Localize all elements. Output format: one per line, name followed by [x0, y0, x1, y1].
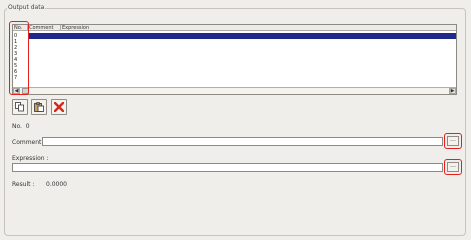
result-label: Result : — [12, 181, 35, 188]
delete-icon — [54, 102, 64, 112]
column-header-expression[interactable]: Expression — [61, 25, 456, 31]
output-data-table[interactable]: No. Comment Expression 0 1 2 3 4 5 6 7 ◀… — [12, 24, 457, 95]
selected-row[interactable] — [28, 33, 456, 39]
paste-button[interactable] — [31, 99, 47, 115]
column-header-comment[interactable]: Comment — [28, 25, 61, 31]
horizontal-scrollbar[interactable]: ◀ ▶ — [13, 87, 456, 94]
comment-label: Comment : — [12, 139, 46, 146]
delete-button[interactable] — [51, 99, 67, 115]
expression-label: Expression : — [12, 155, 49, 162]
selected-number-label: No. 0 — [12, 123, 30, 130]
expression-field[interactable] — [12, 163, 443, 172]
group-title: Output data — [7, 4, 46, 11]
result-value: 0.0000 — [46, 181, 67, 188]
paste-icon — [34, 102, 44, 112]
expression-browse-highlight — [444, 159, 462, 175]
table-header: No. Comment Expression — [13, 25, 456, 31]
copy-icon — [15, 102, 24, 112]
row-number-highlight — [9, 21, 29, 95]
scroll-right-icon[interactable]: ▶ — [449, 88, 456, 94]
comment-field[interactable] — [42, 137, 443, 146]
comment-browse-highlight — [444, 133, 462, 149]
copy-button[interactable] — [12, 99, 28, 115]
